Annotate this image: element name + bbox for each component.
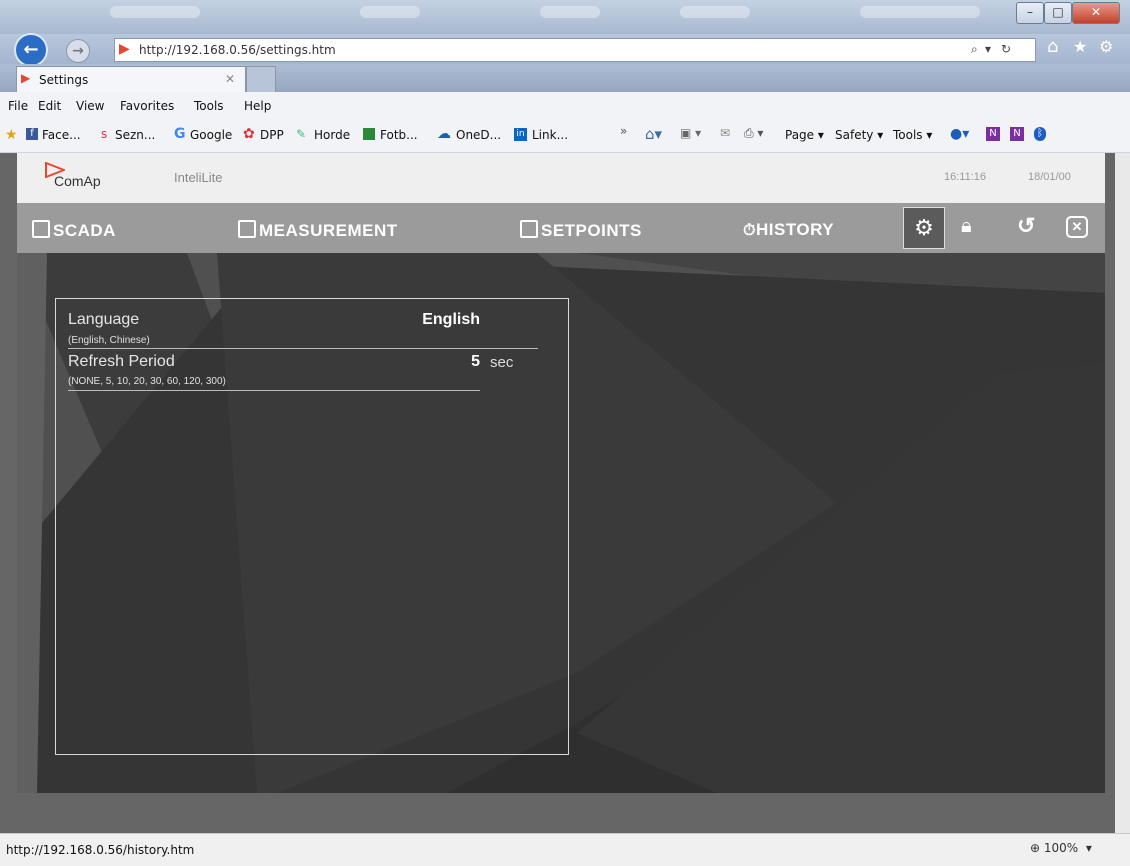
setpoints-icon [520,220,538,238]
controller-date: 18/01/00 [1028,171,1071,183]
title-blur [360,6,420,18]
onedrive-icon: ☁ [437,126,451,142]
safety-menu[interactable]: Safety ▾ [835,128,883,142]
comap-logo: ComAp [54,173,101,189]
row-divider [68,348,538,349]
lock-button[interactable]: 🔒︎ [961,215,972,238]
favorites-star-icon[interactable]: ★ [1073,37,1087,56]
fav-horde[interactable]: Horde [314,128,350,142]
facebook-icon: f [26,128,38,140]
close-icon: ✕ [1071,219,1083,234]
spreadsheet-icon [363,128,375,140]
product-name: InteliLite [174,170,223,185]
measurement-icon [238,220,256,238]
setting-refresh-options: (NONE, 5, 10, 20, 30, 60, 120, 300) [68,376,226,387]
dropdown-arrow-icon[interactable]: ▾ [985,42,991,56]
setting-language-label: Language [68,311,140,328]
status-bar: http://192.168.0.56/history.htm ⊕ 100% ▾ [0,833,1130,866]
menu-help[interactable]: Help [244,99,271,113]
setting-refresh-unit: sec [490,354,514,371]
tab-title: Settings [39,73,89,87]
refresh-icon[interactable]: ↻ [1001,42,1011,56]
menu-bar: File Edit View Favorites Tools Help [0,92,1130,120]
tab-favicon-icon: ▶ [21,71,31,85]
title-blur [680,6,750,18]
linkedin-icon: in [514,128,527,141]
address-bar[interactable]: ▶ http://192.168.0.56/settings.htm ⌕ ▾ ↻ [114,38,1036,62]
site-favicon-icon: ▶ [119,41,130,57]
tools-menu[interactable]: Tools ▾ [893,128,932,142]
close-window-button[interactable]: ✕ [1072,2,1120,24]
setting-language-options: (English, Chinese) [68,335,150,346]
maximize-button[interactable]: □ [1044,2,1072,24]
fav-facebook[interactable]: Face... [42,128,81,142]
nav-setpoints[interactable]: SETPOINTS [520,220,642,241]
scrollbar-area[interactable] [1115,153,1130,833]
bluetooth-icon[interactable]: ᛒ [1034,127,1046,141]
menu-tools[interactable]: Tools [194,99,224,113]
main-nav: SCADA MEASUREMENT SETPOINTS ⏱HISTORY ⚙ 🔒… [17,203,1105,253]
menu-edit[interactable]: Edit [38,99,61,113]
window-titlebar: – □ ✕ [0,0,1130,34]
nav-history[interactable]: ⏱HISTORY [743,220,834,240]
print-icon[interactable]: ⎙ ▾ [744,126,763,141]
fav-dpp[interactable]: DPP [260,128,284,142]
home-page-icon[interactable]: ⌂▾ [645,125,662,143]
onenote-icon[interactable]: N [986,127,1000,141]
title-blur [540,6,600,18]
fav-fotb[interactable]: Fotb... [380,128,418,142]
chevron-more-icon[interactable]: » [620,124,627,138]
tab-settings[interactable]: ▶ Settings ✕ [16,66,246,93]
nav-measurement[interactable]: MEASUREMENT [238,220,398,241]
fav-google[interactable]: Google [190,128,232,142]
fav-seznam[interactable]: Sezn... [115,128,155,142]
favorites-bar: ★ f Face... s Sezn... G Google ✿ DPP ✎ H… [0,120,1130,153]
row-divider [68,390,480,391]
scada-icon [32,220,50,238]
search-icon[interactable]: ⌕ [971,42,978,57]
minimize-button[interactable]: – [1016,2,1044,24]
lock-icon: 🔒︎ [961,215,972,237]
settings-gear-button[interactable]: ⚙ [903,207,945,249]
menu-favorites[interactable]: Favorites [120,99,174,113]
seznam-icon: s [101,127,108,141]
help-icon[interactable]: ●▾ [950,126,969,142]
setting-language-value[interactable]: English [380,311,480,329]
fav-linkedin[interactable]: Link... [532,128,568,142]
gear-icon[interactable]: ⚙ [1099,37,1113,56]
back-button[interactable]: ← [14,33,48,67]
page-menu[interactable]: Page ▾ [785,128,824,142]
dpp-icon: ✿ [243,126,255,142]
fav-onedrive[interactable]: OneD... [456,128,501,142]
reload-button[interactable]: ↺ [1017,213,1035,239]
forward-button[interactable]: → [66,39,90,63]
mail-icon[interactable]: ✉ [720,126,730,140]
tab-close-icon[interactable]: ✕ [225,72,235,86]
feeds-icon[interactable]: ▣ ▾ [680,126,701,140]
reload-icon: ↺ [1017,213,1036,238]
title-blur [860,6,980,18]
title-blur [110,6,200,18]
app-header: ComAp InteliLite 16:11:16 18/01/00 [17,153,1105,203]
horde-icon: ✎ [296,127,307,141]
menu-view[interactable]: View [76,99,104,113]
controller-time: 16:11:16 [944,171,987,183]
history-icon: ⏱ [743,222,756,239]
new-tab-button[interactable] [246,66,276,93]
setting-refresh-label: Refresh Period [68,353,175,370]
zoom-control[interactable]: ⊕ 100% ▾ [1030,841,1092,855]
menu-file[interactable]: File [8,99,28,113]
home-icon[interactable]: ⌂ [1047,36,1058,57]
logout-button[interactable]: ✕ [1066,216,1088,238]
nav-scada[interactable]: SCADA [32,220,116,241]
status-url: http://192.168.0.56/history.htm [6,843,195,857]
onenote-linked-icon[interactable]: N [1010,127,1024,141]
favorites-star-add-icon[interactable]: ★ [5,127,18,143]
gear-icon: ⚙ [914,215,934,240]
setting-refresh-value[interactable]: 5 [420,353,480,371]
google-icon: G [174,126,186,142]
address-input[interactable]: http://192.168.0.56/settings.htm [139,43,336,57]
